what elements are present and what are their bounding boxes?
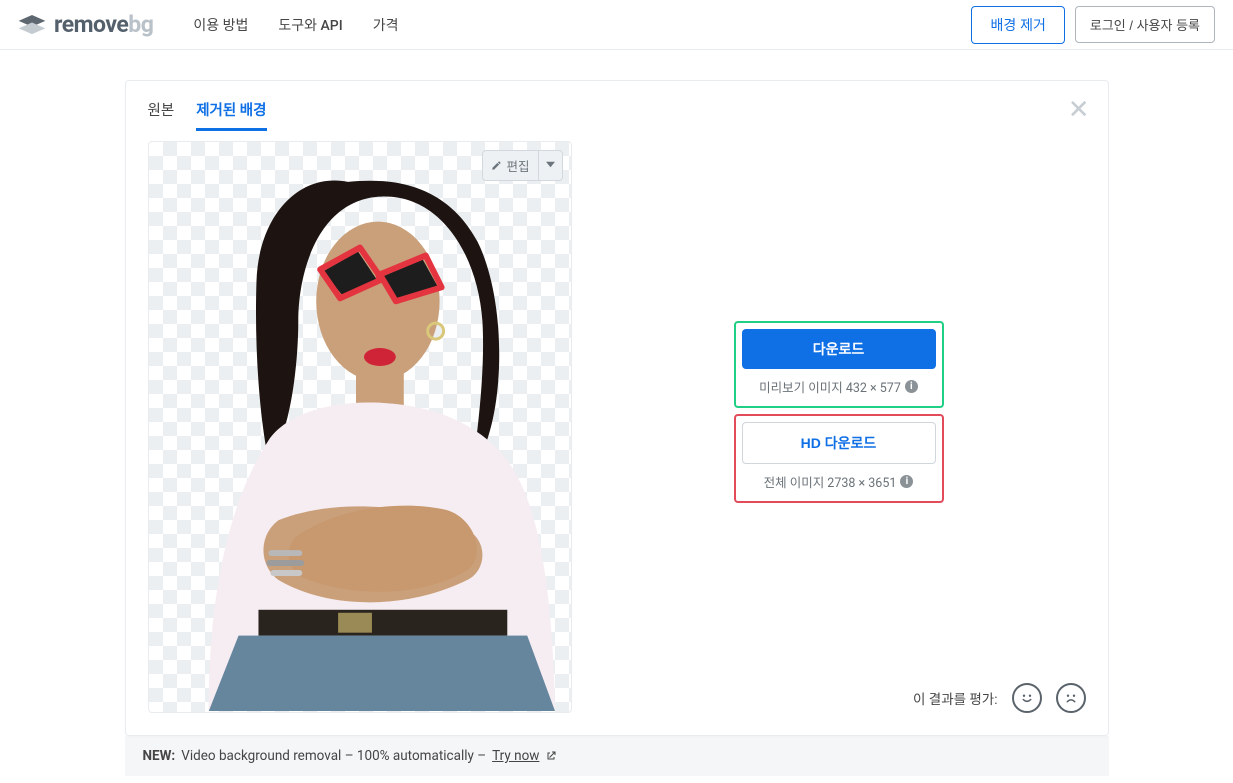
download-preview-box: 다운로드 미리보기 이미지 432 × 577i — [734, 321, 944, 408]
result-tabs: 원본 제거된 배경 — [148, 99, 267, 131]
banner-cta-link[interactable]: Try now — [492, 748, 539, 764]
rating-row: 이 결과를 평가: — [913, 683, 1086, 713]
download-hd-button[interactable]: HD 다운로드 — [742, 422, 936, 464]
top-nav: removebg 이용 방법 도구와 API 가격 배경 제거 로그인 / 사용… — [0, 0, 1233, 50]
close-icon[interactable]: ✕ — [1068, 95, 1090, 125]
nav-tools[interactable]: 도구와 API — [278, 15, 342, 35]
external-link-icon — [545, 750, 557, 762]
rating-prompt: 이 결과를 평가: — [913, 688, 998, 708]
edit-button[interactable]: 편집 — [482, 150, 562, 181]
banner-new-label: NEW: — [143, 748, 176, 764]
person-cutout — [149, 142, 571, 711]
rate-good-button[interactable] — [1012, 683, 1042, 713]
info-icon[interactable]: i — [905, 380, 918, 393]
main-nav: 이용 방법 도구와 API 가격 — [193, 15, 398, 35]
remove-bg-button[interactable]: 배경 제거 — [971, 6, 1064, 44]
chevron-down-icon — [539, 153, 562, 178]
result-card: 원본 제거된 배경 ✕ — [125, 80, 1109, 736]
nav-pricing[interactable]: 가격 — [373, 15, 399, 35]
tab-original[interactable]: 원본 — [148, 99, 175, 131]
banner-text: Video background removal – 100% automati… — [181, 748, 486, 764]
download-hd-meta: 전체 이미지 2738 × 3651i — [764, 472, 914, 491]
smile-icon — [1018, 689, 1036, 707]
brand-text: removebg — [54, 11, 153, 38]
pencil-icon — [491, 160, 502, 171]
frown-icon — [1062, 689, 1080, 707]
download-button[interactable]: 다운로드 — [742, 329, 936, 369]
promo-banner: NEW: Video background removal – 100% aut… — [125, 736, 1109, 776]
tab-removed[interactable]: 제거된 배경 — [196, 99, 266, 131]
brand-logo[interactable]: removebg — [18, 11, 153, 38]
login-button[interactable]: 로그인 / 사용자 등록 — [1075, 6, 1215, 43]
layers-icon — [18, 15, 46, 35]
edit-label: 편집 — [506, 156, 529, 175]
result-preview: 편집 — [148, 141, 572, 713]
rate-bad-button[interactable] — [1056, 683, 1086, 713]
download-hd-box: HD 다운로드 전체 이미지 2738 × 3651i — [734, 414, 944, 503]
info-icon[interactable]: i — [900, 475, 913, 488]
download-preview-meta: 미리보기 이미지 432 × 577i — [759, 377, 918, 396]
nav-howto[interactable]: 이용 방법 — [193, 15, 248, 35]
